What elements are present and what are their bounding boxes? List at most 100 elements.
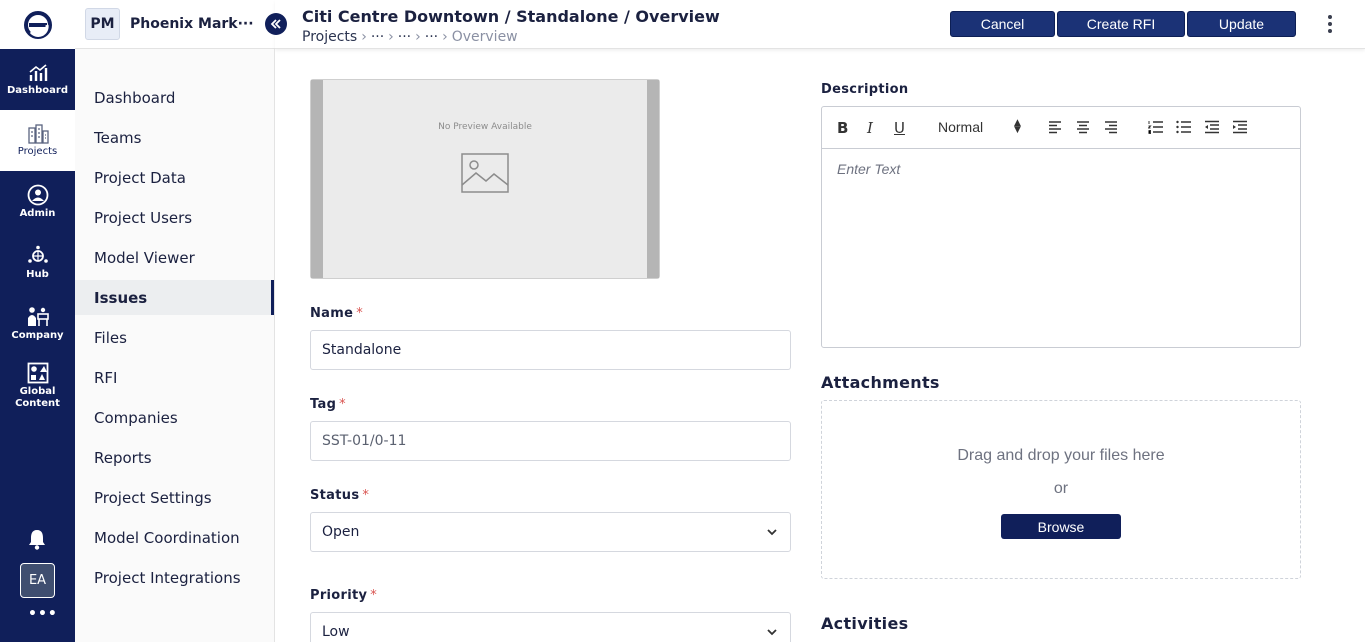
- italic-button[interactable]: I: [867, 119, 873, 137]
- sidebar-item-companies[interactable]: Companies: [75, 400, 274, 435]
- sidebar-item-project-data[interactable]: Project Data: [75, 160, 274, 195]
- description-input[interactable]: Enter Text: [837, 161, 900, 177]
- status-select[interactable]: Open: [310, 512, 791, 552]
- tag-label: Tag *: [310, 397, 346, 412]
- breadcrumb-separator-icon: ›: [415, 29, 421, 45]
- indent-icon[interactable]: [1232, 120, 1247, 134]
- rail-item-admin[interactable]: Admin: [0, 171, 75, 232]
- admin-icon: [27, 184, 48, 205]
- sidebar-item-dashboard[interactable]: Dashboard: [75, 80, 274, 115]
- shapes-icon: [27, 362, 48, 384]
- required-mark: *: [362, 488, 370, 503]
- cancel-button[interactable]: Cancel: [950, 11, 1055, 37]
- sidebar-item-files[interactable]: Files: [75, 320, 274, 355]
- bold-button[interactable]: B: [837, 119, 848, 137]
- sidebar-item-project-users[interactable]: Project Users: [75, 200, 274, 235]
- collapse-sidebar-button[interactable]: [265, 13, 287, 35]
- breadcrumb-current: Overview: [451, 29, 518, 45]
- page-title: Citi Centre Downtown / Standalone / Over…: [302, 7, 720, 26]
- tag-label-text: Tag: [310, 397, 337, 412]
- logo-icon: [23, 10, 52, 39]
- more-rail-button[interactable]: •••: [28, 606, 58, 622]
- sidebar-item-model-coordination[interactable]: Model Coordination: [75, 520, 274, 555]
- project-sidebar: Dashboard Teams Project Data Project Use…: [75, 49, 275, 642]
- sidebar-item-teams[interactable]: Teams: [75, 120, 274, 155]
- kebab-menu-icon: [1328, 15, 1332, 33]
- priority-value: Low: [322, 624, 350, 640]
- dropzone-or: or: [1053, 480, 1069, 497]
- sidebar-item-project-integrations[interactable]: Project Integrations: [75, 560, 274, 595]
- sidebar-item-rfi[interactable]: RFI: [75, 360, 274, 395]
- app-logo[interactable]: [0, 0, 75, 49]
- name-input[interactable]: Standalone: [310, 330, 791, 370]
- sidebar-item-reports[interactable]: Reports: [75, 440, 274, 475]
- name-label: Name *: [310, 306, 363, 321]
- required-mark: *: [339, 397, 346, 412]
- description-label: Description: [821, 82, 909, 97]
- nav-rail: Dashboard Projects Admin Hub Company Glo…: [0, 0, 75, 642]
- breadcrumb: Projects › ··· › ··· › ··· › Overview: [302, 29, 518, 45]
- align-right-icon[interactable]: [1104, 120, 1118, 134]
- align-center-icon[interactable]: [1076, 120, 1090, 134]
- preview-left-bar: [311, 80, 323, 278]
- chevron-down-icon: [767, 529, 777, 536]
- required-mark: *: [370, 588, 378, 603]
- breadcrumb-item[interactable]: ···: [398, 29, 411, 45]
- breadcrumb-separator-icon: ›: [361, 29, 367, 45]
- rail-item-hub[interactable]: Hub: [0, 232, 75, 293]
- heading-select-arrows-icon: ▲ ▼: [1014, 118, 1021, 135]
- bullet-list-icon[interactable]: [1176, 120, 1191, 134]
- rail-item-label: Projects: [17, 145, 58, 157]
- sidebar-item-model-viewer[interactable]: Model Viewer: [75, 240, 274, 275]
- ordered-list-icon[interactable]: [1148, 120, 1163, 134]
- rail-item-dashboard[interactable]: Dashboard: [0, 49, 75, 110]
- more-options-button[interactable]: [1326, 14, 1334, 38]
- tag-input[interactable]: SST-01/0-11: [310, 421, 791, 461]
- project-name: Phoenix Mark···: [130, 16, 254, 32]
- rail-item-label: Company: [11, 329, 64, 341]
- status-label: Status *: [310, 488, 369, 503]
- rail-item-projects[interactable]: Projects: [0, 110, 75, 171]
- project-switcher[interactable]: PM Phoenix Mark···: [75, 0, 275, 49]
- status-label-text: Status: [310, 488, 360, 503]
- breadcrumb-item[interactable]: Projects: [302, 29, 357, 45]
- chevron-down-icon: [767, 629, 777, 636]
- create-rfi-button[interactable]: Create RFI: [1057, 11, 1185, 37]
- issue-preview[interactable]: No Preview Available: [310, 79, 660, 279]
- rail-item-company[interactable]: Company: [0, 293, 75, 354]
- breadcrumb-item[interactable]: ···: [425, 29, 438, 45]
- attachments-heading: Attachments: [821, 373, 940, 392]
- company-icon: [27, 306, 49, 326]
- preview-right-bar: [647, 80, 659, 278]
- rail-item-label: Global Content: [15, 386, 60, 409]
- underline-button[interactable]: U: [894, 119, 905, 137]
- outdent-icon[interactable]: [1204, 120, 1219, 134]
- status-value: Open: [322, 524, 360, 540]
- breadcrumb-item[interactable]: ···: [371, 29, 384, 45]
- rail-item-label: Hub: [26, 268, 49, 280]
- user-avatar[interactable]: EA: [20, 563, 55, 598]
- priority-label: Priority *: [310, 588, 377, 603]
- browse-button[interactable]: Browse: [1001, 514, 1121, 539]
- notifications-button[interactable]: [27, 528, 47, 554]
- activities-heading: Activities: [821, 614, 909, 633]
- priority-select[interactable]: Low: [310, 612, 791, 642]
- update-button[interactable]: Update: [1187, 11, 1296, 37]
- file-dropzone[interactable]: Drag and drop your files here or Browse: [821, 400, 1301, 579]
- sidebar-item-issues[interactable]: Issues: [75, 280, 274, 315]
- rail-item-global-content[interactable]: Global Content: [0, 354, 75, 418]
- project-badge: PM: [85, 8, 120, 40]
- priority-label-text: Priority: [310, 588, 368, 603]
- sidebar-item-project-settings[interactable]: Project Settings: [75, 480, 274, 515]
- required-mark: *: [356, 306, 364, 321]
- bell-icon: [29, 530, 45, 550]
- heading-select[interactable]: Normal: [938, 119, 983, 135]
- editor-toolbar: B I U Normal ▲ ▼: [822, 107, 1300, 149]
- breadcrumb-separator-icon: ›: [442, 29, 448, 45]
- dropzone-text: Drag and drop your files here: [957, 447, 1165, 464]
- chart-icon: [28, 63, 47, 81]
- image-placeholder-icon: [461, 153, 509, 193]
- align-left-icon[interactable]: [1048, 120, 1062, 134]
- rail-item-label: Admin: [19, 207, 56, 219]
- description-editor: B I U Normal ▲ ▼ Enter Text: [821, 106, 1301, 348]
